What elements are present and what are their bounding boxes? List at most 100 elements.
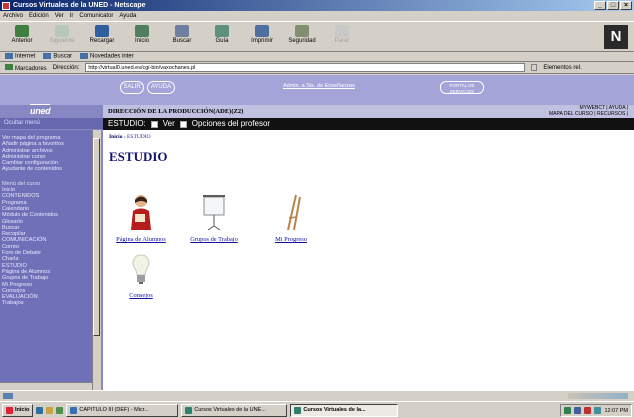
tray-icon[interactable] xyxy=(564,407,572,414)
portal-button[interactable]: PORTAL DE SERVICIOS xyxy=(440,81,484,94)
print-button[interactable]: Imprimir xyxy=(244,24,280,51)
personal-link-internet[interactable]: Internet xyxy=(5,53,35,60)
course-sidebar: uned Ocultar menú Ver mapa del programa … xyxy=(0,104,103,392)
reload-button[interactable]: Recargar xyxy=(84,24,120,51)
projection-screen-icon xyxy=(203,195,225,231)
personal-toolbar: Internet Buscar Novedades inter xyxy=(0,52,634,62)
location-label: Dirección: xyxy=(52,64,80,71)
printer-icon xyxy=(255,25,269,37)
breadcrumb-separator: › xyxy=(123,134,126,140)
sidebar-menu: Ver mapa del programa Añadir página a fa… xyxy=(0,130,92,392)
bookmark-icon xyxy=(5,63,13,70)
opciones-checkbox[interactable] xyxy=(179,120,187,128)
reload-icon xyxy=(95,25,109,37)
web-content: SALIR AYUDA Admin. a Sis. de Enseñanzas … xyxy=(0,75,634,392)
breadcrumb-current: ESTUDIO xyxy=(127,134,151,140)
menu-archivo[interactable]: Archivo xyxy=(3,13,23,19)
netscape-icon xyxy=(185,406,193,414)
related-button[interactable]: Elementos rel. xyxy=(543,65,581,71)
back-arrow-icon xyxy=(15,25,29,37)
my-progress-item[interactable]: Mi Progreso xyxy=(256,193,326,243)
taskbar-task[interactable]: CAPITULO III (DEF) - Micr... xyxy=(66,403,179,417)
quick-launch-icon[interactable] xyxy=(36,406,44,414)
taskbar-task[interactable]: Cursos Virtuales de la UNE... xyxy=(181,403,288,417)
tray-icon[interactable] xyxy=(594,407,602,414)
tray-icon[interactable] xyxy=(574,407,582,414)
word-doc-icon xyxy=(70,406,78,414)
breadcrumb: Inicio › ESTUDIO xyxy=(109,134,151,140)
easel-icon xyxy=(287,194,301,231)
close-button[interactable]: × xyxy=(620,1,632,10)
lightbulb-icon xyxy=(132,254,150,284)
netscape-logo: N xyxy=(604,25,628,49)
stop-button[interactable]: Parar xyxy=(324,24,360,51)
minimize-button[interactable]: _ xyxy=(594,1,606,10)
window-title: Cursos Virtuales de la UNED - Netscape xyxy=(13,2,146,9)
url-dropdown-icon[interactable] xyxy=(531,64,538,71)
quick-launch-icon[interactable] xyxy=(56,406,64,414)
home-button[interactable]: Inicio xyxy=(124,24,160,51)
window-title-bar: Cursos Virtuales de la UNED - Netscape _… xyxy=(0,0,634,11)
menu-ayuda[interactable]: Ayuda xyxy=(119,13,136,19)
system-tray: 12:07 PM xyxy=(560,404,632,417)
search-icon xyxy=(175,25,189,37)
mapa-recursos-links[interactable]: MAPA DEL CURSO | RECURSOS | xyxy=(549,111,628,118)
navigation-toolbar: Anterior Siguiente Recargar Inicio Busca… xyxy=(0,21,634,52)
breadcrumb-home[interactable]: Inicio xyxy=(109,134,122,140)
sidebar-item[interactable]: Trabajos xyxy=(0,300,92,306)
padlock-icon xyxy=(295,25,309,37)
link-icon xyxy=(43,53,52,60)
my-progress-link[interactable]: Mi Progreso xyxy=(256,236,326,243)
main-frame: DIRECCIÓN DE LA PRODUCCIÓN(ADE)(Z2) MYWE… xyxy=(103,105,634,390)
student-icon xyxy=(131,195,151,230)
maximize-button[interactable]: □ xyxy=(607,1,619,10)
work-groups-item[interactable]: Grupos de Trabajo xyxy=(179,193,249,243)
menu-comunicator[interactable]: Comunicator xyxy=(79,13,113,19)
link-icon xyxy=(80,53,89,60)
work-groups-link[interactable]: Grupos de Trabajo xyxy=(179,236,249,243)
link-icon xyxy=(5,53,13,60)
ver-label: Ver xyxy=(162,119,175,128)
student-page-link[interactable]: Página de Alumnos xyxy=(106,236,176,243)
student-page-item[interactable]: Página de Alumnos xyxy=(106,193,176,243)
page-title: ESTUDIO xyxy=(109,149,168,164)
search-button[interactable]: Buscar xyxy=(164,24,200,51)
bookmarks-button[interactable]: Marcadores xyxy=(5,63,47,72)
stop-icon xyxy=(335,25,349,37)
personal-link-novedades[interactable]: Novedades inter xyxy=(80,53,134,60)
tips-item[interactable]: Consejos xyxy=(106,253,176,299)
salir-button[interactable]: SALIR xyxy=(120,81,144,94)
hide-menu-link[interactable]: Ocultar menú xyxy=(0,118,103,129)
opciones-label: Opciones del profesor xyxy=(191,119,271,128)
menu-bar: Archivo Edición Ver Ir Comunicator Ayuda xyxy=(0,11,634,21)
clock: 12:07 PM xyxy=(604,407,628,414)
netscape-icon xyxy=(294,406,302,414)
component-bar-icon[interactable] xyxy=(568,393,628,399)
ayuda-button[interactable]: AYUDA xyxy=(147,81,175,94)
forward-button[interactable]: Siguiente xyxy=(44,24,80,51)
personal-link-buscar[interactable]: Buscar xyxy=(43,53,72,60)
forward-arrow-icon xyxy=(55,25,69,37)
section-bar: ESTUDIO: Ver Opciones del profesor xyxy=(103,118,634,130)
url-field[interactable]: http://virtual0.uned.es/cgi-bin/vaxochan… xyxy=(85,63,526,72)
menu-ver[interactable]: Ver xyxy=(55,13,64,19)
security-button[interactable]: Seguridad xyxy=(284,24,320,51)
taskbar-task-active[interactable]: Cursos Virtuales de la... xyxy=(290,403,399,417)
section-label: ESTUDIO: xyxy=(108,119,146,128)
menu-ir[interactable]: Ir xyxy=(70,13,74,19)
quick-launch-icon[interactable] xyxy=(46,406,54,414)
location-bar: Marcadores Dirección: http://virtual0.un… xyxy=(0,62,634,74)
guide-button[interactable]: Guía xyxy=(204,24,240,51)
sidebar-scroll-thumb[interactable] xyxy=(93,138,100,336)
tips-link[interactable]: Consejos xyxy=(106,292,176,299)
connection-status-icon xyxy=(3,393,13,399)
course-top-links: MYWEBCT | AYUDA | MAPA DEL CURSO | RECUR… xyxy=(549,105,628,118)
tray-icon[interactable] xyxy=(584,407,592,414)
menu-edicion[interactable]: Edición xyxy=(29,13,49,19)
admin-link[interactable]: Admin. a Sis. de Enseñanzas xyxy=(283,83,355,89)
back-button[interactable]: Anterior xyxy=(4,24,40,51)
taskbar: Inicio CAPITULO III (DEF) - Micr... Curs… xyxy=(0,401,634,418)
status-bar xyxy=(0,390,634,400)
start-button[interactable]: Inicio xyxy=(2,403,34,417)
ver-checkbox[interactable] xyxy=(150,120,158,128)
